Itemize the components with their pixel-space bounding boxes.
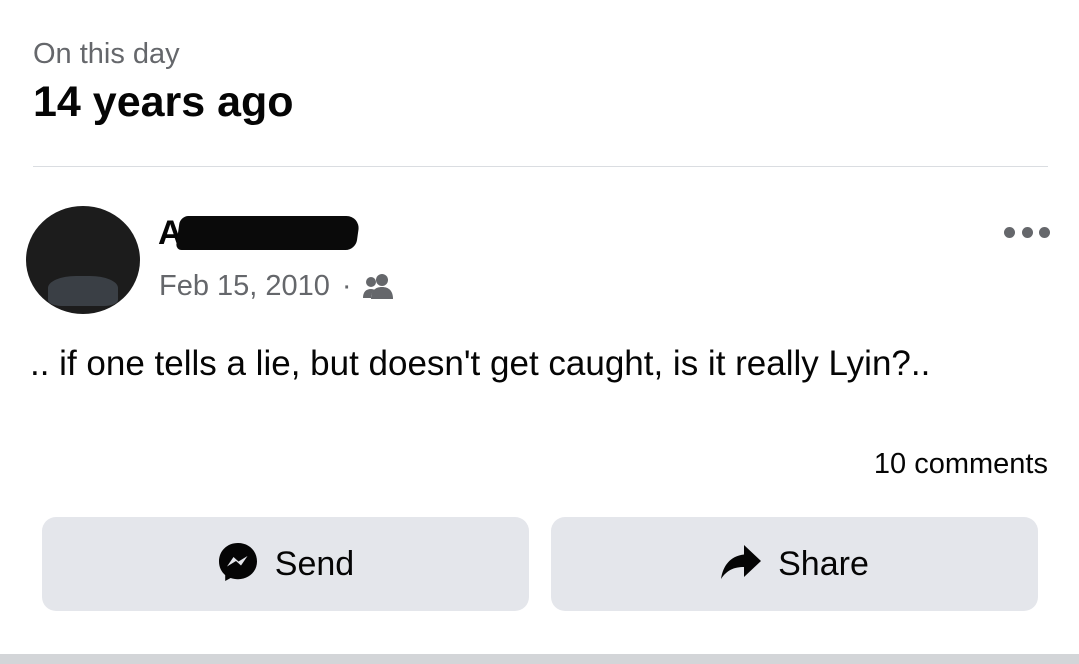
memory-card: On this day 14 years ago A ie Feb 15, 20… <box>0 0 1079 664</box>
post-text: .. if one tells a lie, but doesn't get c… <box>30 344 931 383</box>
comments-count[interactable]: 10 comments <box>874 446 1048 482</box>
redaction-mark <box>175 216 361 250</box>
header-title: 14 years ago <box>33 78 294 126</box>
send-button[interactable]: Send <box>42 517 529 611</box>
more-options-button[interactable] <box>1004 220 1050 244</box>
post-meta: Feb 15, 2010 · <box>159 268 394 304</box>
author-name[interactable]: A ie <box>158 210 378 256</box>
share-button[interactable]: Share <box>551 517 1038 611</box>
dot-icon <box>1004 226 1015 238</box>
meta-separator: · <box>341 270 352 302</box>
divider <box>33 166 1048 167</box>
messenger-icon <box>217 541 259 588</box>
avatar[interactable] <box>26 206 140 314</box>
friends-icon <box>362 272 394 300</box>
avatar-detail <box>48 276 118 306</box>
share-label: Share <box>778 545 869 583</box>
dot-icon <box>1039 226 1050 238</box>
header-subtitle: On this day <box>33 38 180 70</box>
send-label: Send <box>274 545 355 583</box>
share-arrow-icon <box>720 544 762 585</box>
post-date[interactable]: Feb 15, 2010 <box>159 268 330 304</box>
bottom-separator-bar <box>0 654 1079 664</box>
dot-icon <box>1021 226 1033 238</box>
